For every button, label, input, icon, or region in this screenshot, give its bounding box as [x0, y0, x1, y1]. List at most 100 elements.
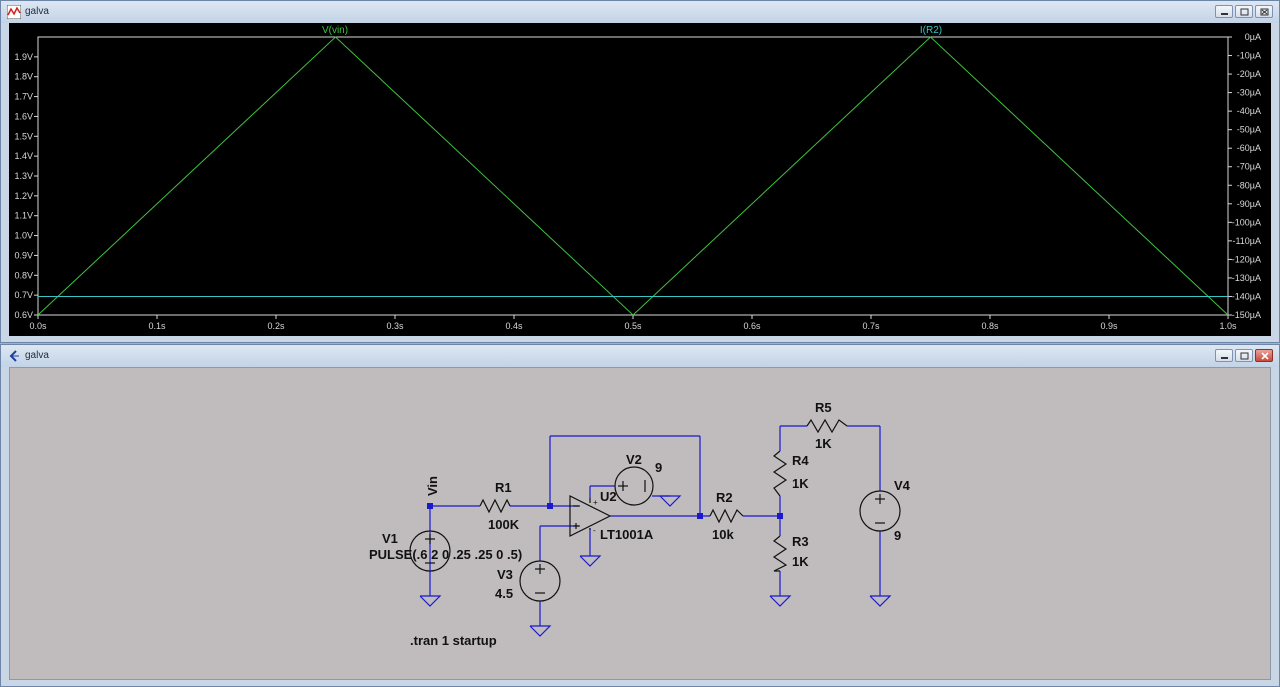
waveform-window-title: galva: [25, 6, 49, 17]
x-tick-label: 0.2s: [267, 321, 285, 331]
schematic-close-button[interactable]: [1255, 349, 1273, 362]
y-right-tick-label: -150µA: [1232, 310, 1261, 320]
spice-directive[interactable]: .tran 1 startup: [410, 633, 497, 648]
schematic-window[interactable]: galva + - Vin R1 100K V1 PULSE(.6 2 0 .2…: [0, 344, 1280, 687]
waveform-titlebar[interactable]: galva: [1, 1, 1279, 23]
voltage-source-v2[interactable]: [614, 466, 654, 506]
voltage-source-v3[interactable]: [519, 560, 561, 602]
y-right-tick-label: -100µA: [1232, 217, 1261, 227]
junction-dot: [547, 503, 553, 509]
y-right-tick-label: -40µA: [1237, 106, 1261, 116]
y-right-tick-label: -30µA: [1237, 88, 1261, 98]
trace-label-ir2[interactable]: I(R2): [920, 25, 942, 36]
x-tick-label: 0.5s: [624, 321, 642, 331]
u2-value[interactable]: LT1001A: [600, 527, 654, 542]
v1-name[interactable]: V1: [382, 531, 398, 546]
y-left-tick-label: 1.0V: [14, 231, 33, 241]
r3-value[interactable]: 1K: [792, 554, 809, 569]
x-tick-label: 0.9s: [1100, 321, 1118, 331]
minimize-icon: [1221, 357, 1228, 359]
junction-dot: [697, 513, 703, 519]
y-left-tick-label: 1.2V: [14, 191, 33, 201]
r5-value[interactable]: 1K: [815, 436, 832, 451]
y-left-tick-label: 1.1V: [14, 211, 33, 221]
r1-value[interactable]: 100K: [488, 517, 520, 532]
close-icon: [1261, 352, 1269, 360]
y-left-tick-label: 1.4V: [14, 151, 33, 161]
y-right-tick-label: -110µA: [1232, 236, 1261, 246]
x-tick-label: 0.4s: [505, 321, 523, 331]
x-tick-label: 0.6s: [743, 321, 761, 331]
v3-name[interactable]: V3: [497, 567, 513, 582]
r1-name[interactable]: R1: [495, 480, 512, 495]
schematic-minimize-button[interactable]: [1215, 349, 1233, 362]
schematic-window-title: galva: [25, 350, 49, 361]
y-right-tick-label: -90µA: [1237, 199, 1261, 209]
r2-name[interactable]: R2: [716, 490, 733, 505]
restore-icon: [1240, 352, 1249, 360]
y-right-tick-label: -70µA: [1237, 162, 1261, 172]
resistor-r4[interactable]: [772, 450, 788, 497]
junction-dot: [427, 503, 433, 509]
y-left-tick-label: 1.6V: [14, 111, 33, 121]
r4-value[interactable]: 1K: [792, 476, 809, 491]
schematic-canvas[interactable]: + - Vin R1 100K V1 PULSE(.6 2 0 .25 .25 …: [9, 367, 1271, 680]
close-icon: [1260, 8, 1269, 16]
x-tick-label: 0.8s: [981, 321, 999, 331]
svg-text:-: -: [593, 526, 596, 535]
close-button[interactable]: [1255, 5, 1273, 18]
v4-value[interactable]: 9: [894, 528, 901, 543]
resistor-r5[interactable]: [806, 418, 848, 434]
y-left-tick-label: 1.3V: [14, 171, 33, 181]
v3-value[interactable]: 4.5: [495, 586, 513, 601]
restore-icon: [1240, 8, 1249, 16]
y-left-tick-label: 0.7V: [14, 290, 33, 300]
restore-button[interactable]: [1235, 5, 1253, 18]
resistor-r2[interactable]: [709, 508, 744, 524]
r3-name[interactable]: R3: [792, 534, 809, 549]
minimize-button[interactable]: [1215, 5, 1233, 18]
y-right-tick-label: -130µA: [1232, 273, 1261, 283]
waveform-app-icon: [7, 5, 21, 19]
v2-value[interactable]: 9: [655, 460, 662, 475]
y-right-tick-label: -80µA: [1237, 180, 1261, 190]
y-left-tick-label: 0.6V: [14, 310, 33, 320]
voltage-source-v4[interactable]: [859, 490, 901, 532]
u2-name[interactable]: U2: [600, 489, 617, 504]
y-left-tick-label: 1.5V: [14, 131, 33, 141]
y-right-tick-label: -60µA: [1237, 143, 1261, 153]
y-left-tick-label: 1.8V: [14, 72, 33, 82]
r4-name[interactable]: R4: [792, 453, 809, 468]
schematic-drawing[interactable]: + - Vin R1 100K V1 PULSE(.6 2 0 .25 .25 …: [10, 368, 1272, 681]
waveform-plot-area[interactable]: 0.0s 0.1s 0.2s 0.3s 0.4s 0.5s 0.6s 0.7s 0.8s 0.9s…: [9, 23, 1271, 336]
r2-value[interactable]: 10k: [712, 527, 734, 542]
y-right-tick-label: 0µA: [1245, 32, 1261, 42]
resistor-r3[interactable]: [772, 535, 788, 572]
trace-vin[interactable]: [37, 36, 1229, 316]
v4-name[interactable]: V4: [894, 478, 911, 493]
trace-label-vin[interactable]: V(vin): [322, 25, 348, 36]
y-right-tick-label: -120µA: [1232, 254, 1261, 264]
schematic-app-icon: [9, 350, 19, 362]
y-right-tick-label: -20µA: [1237, 69, 1261, 79]
plot-frame: [37, 36, 1229, 316]
v1-value[interactable]: PULSE(.6 2 0 .25 .25 0 .5): [369, 547, 522, 562]
schematic-titlebar[interactable]: galva: [1, 345, 1279, 367]
v2-name[interactable]: V2: [626, 452, 642, 467]
y-right-tick-label: -10µA: [1237, 51, 1261, 61]
junction-dot: [777, 513, 783, 519]
x-tick-label: 0.7s: [862, 321, 880, 331]
waveform-chart[interactable]: 0.0s 0.1s 0.2s 0.3s 0.4s 0.5s 0.6s 0.7s 0.8s 0.9s…: [9, 23, 1271, 336]
ground-symbol: [419, 595, 442, 607]
net-label-vin[interactable]: Vin: [425, 476, 440, 496]
resistor-r1[interactable]: [479, 498, 511, 514]
waveform-window[interactable]: galva 0.0s 0.1s 0.2s 0.3s 0.4s 0.5s 0.6s 0.7s 0.…: [0, 0, 1280, 343]
y-right-tick-label: -140µA: [1232, 291, 1261, 301]
minimize-icon: [1221, 13, 1228, 15]
y-right-tick-label: -50µA: [1237, 125, 1261, 135]
ground-symbol: [659, 495, 682, 507]
x-tick-label: 0.1s: [148, 321, 166, 331]
r5-name[interactable]: R5: [815, 400, 832, 415]
schematic-restore-button[interactable]: [1235, 349, 1253, 362]
ground-symbol: [869, 595, 892, 607]
